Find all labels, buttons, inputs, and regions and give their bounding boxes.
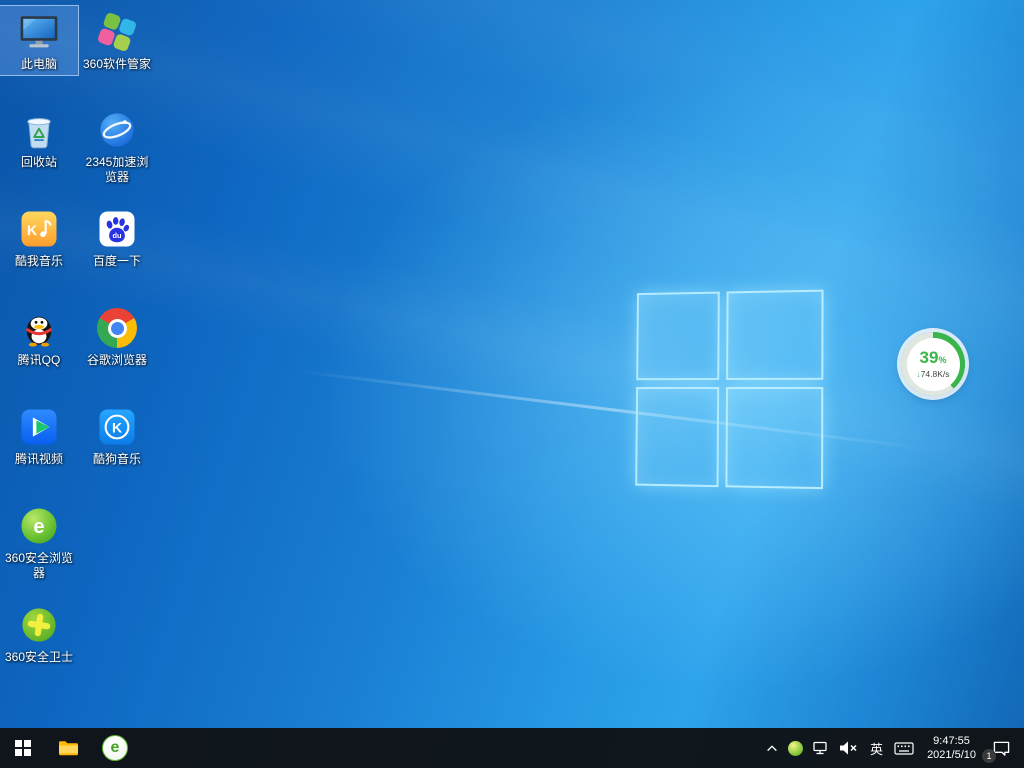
kuwo-music-icon: K [18, 208, 60, 250]
desktop-wallpaper: 此电脑 回收站 K 酷我音乐 [0, 0, 1024, 768]
desktop-icon-label: 百度一下 [93, 254, 141, 269]
tray-360-icon[interactable] [788, 728, 803, 768]
windows-start-icon [15, 740, 31, 756]
desktop-icon-label: 腾讯视频 [15, 452, 63, 467]
desktop-icon-kugou-music[interactable]: K 酷狗音乐 [78, 401, 156, 470]
desktop-icon-recycle-bin[interactable]: 回收站 [0, 104, 78, 173]
desktop-icon-label: 360安全卫士 [5, 650, 73, 665]
baidu-icon: du [96, 208, 138, 250]
360-tray-ball-icon [788, 741, 803, 756]
notification-badge: 1 [982, 749, 996, 763]
windows-logo-pane [726, 290, 823, 380]
chrome-icon [97, 308, 137, 348]
network-tray-button[interactable] [812, 728, 830, 768]
desktop-icon-tencent-qq[interactable]: 腾讯QQ [0, 302, 78, 371]
chevron-up-icon [765, 742, 779, 754]
action-center-button[interactable]: 1 [989, 728, 1014, 768]
volume-tray-button[interactable] [839, 728, 859, 768]
desktop-icon-baidu[interactable]: du 百度一下 [78, 203, 156, 272]
ime-indicator[interactable]: 英 [868, 728, 885, 768]
windows-logo-pane [636, 292, 720, 381]
file-explorer-icon [57, 736, 81, 760]
desktop-icon-360-browser[interactable]: e 360安全浏览器 [0, 500, 78, 584]
desktop-icon-2345-browser[interactable]: 2345加速浏览器 [78, 104, 156, 188]
volume-muted-icon [839, 740, 859, 756]
desktop-icon-360-software-manager[interactable]: 360软件管家 [78, 6, 156, 75]
desktop-icon-label: 酷狗音乐 [93, 452, 141, 467]
360-safety-icon [18, 604, 60, 646]
desktop-icon-this-pc[interactable]: 此电脑 [0, 6, 78, 75]
clock-date: 2021/5/10 [927, 748, 976, 762]
desktop-icon-label: 此电脑 [21, 57, 57, 72]
touch-keyboard-button[interactable] [894, 728, 914, 768]
download-speed: ↓74.8K/s [916, 369, 949, 380]
network-icon [812, 740, 830, 756]
progress-ring: 39% ↓74.8K/s [901, 332, 965, 396]
touch-keyboard-icon [894, 741, 914, 756]
qq-penguin-icon [18, 307, 60, 349]
desktop-icon-tencent-video[interactable]: 腾讯视频 [0, 401, 78, 470]
desktop-icon-360-safety[interactable]: 360安全卫士 [0, 599, 78, 668]
clock-time: 9:47:55 [933, 734, 970, 748]
windows-logo-pane [725, 387, 823, 489]
desktop-icon-label: 2345加速浏览器 [80, 155, 154, 185]
recycle-bin-icon [18, 109, 60, 151]
kugou-music-icon: K [96, 406, 138, 448]
this-pc-icon [18, 11, 60, 53]
svg-text:K: K [112, 419, 122, 435]
browser-360-taskbar-button[interactable]: e [92, 728, 138, 768]
download-percent: 39% [920, 349, 947, 369]
start-button[interactable] [0, 728, 46, 768]
360-browser-icon: e [18, 505, 60, 547]
desktop-icon-label: 360软件管家 [83, 57, 151, 72]
360-software-manager-icon [96, 11, 138, 53]
taskbar: e [0, 728, 1024, 768]
360-browser-taskbar-icon: e [102, 735, 128, 761]
svg-text:K: K [27, 222, 37, 238]
desktop-icon-label: 谷歌浏览器 [87, 353, 147, 368]
tencent-video-icon [18, 406, 60, 448]
desktop-icon-kuwo-music[interactable]: K 酷我音乐 [0, 203, 78, 272]
desktop-icon-label: 回收站 [21, 155, 57, 170]
2345-browser-icon [96, 109, 138, 151]
download-progress-widget[interactable]: 39% ↓74.8K/s [901, 332, 965, 396]
windows-logo-wallpaper [635, 290, 823, 490]
desktop-icon-chrome[interactable]: 谷歌浏览器 [78, 302, 156, 371]
desktop-icon-label: 腾讯QQ [18, 353, 61, 368]
desktop-icon-label: 酷我音乐 [15, 254, 63, 269]
svg-text:e: e [33, 516, 44, 538]
clock[interactable]: 9:47:55 2021/5/10 [923, 728, 980, 768]
tray-expand-chevron[interactable] [765, 728, 779, 768]
file-explorer-button[interactable] [46, 728, 92, 768]
system-tray: 英 9:47:55 2021/5/10 1 [765, 728, 1024, 768]
light-streak [292, 369, 928, 450]
windows-logo-pane [635, 387, 719, 487]
svg-text:du: du [112, 231, 122, 240]
desktop-icon-label: 360安全浏览器 [2, 551, 76, 581]
